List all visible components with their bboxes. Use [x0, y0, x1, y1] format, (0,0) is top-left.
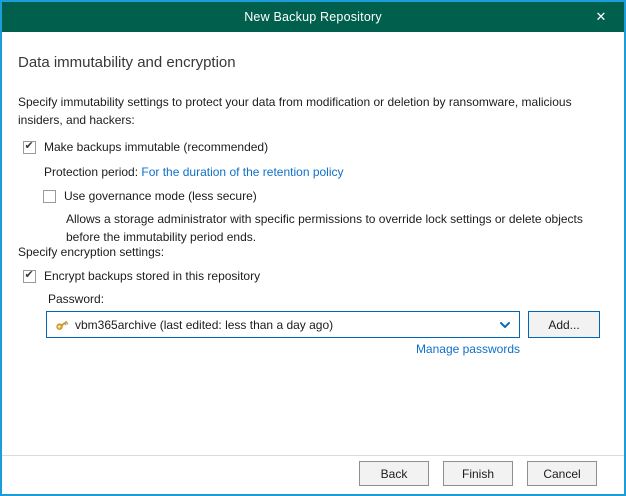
- window-title: New Backup Repository: [244, 10, 382, 24]
- close-icon[interactable]: ✕: [586, 2, 616, 32]
- manage-passwords-link[interactable]: Manage passwords: [416, 342, 520, 356]
- governance-mode-checkbox-row[interactable]: Use governance mode (less secure): [43, 189, 257, 203]
- make-immutable-checkbox[interactable]: [23, 141, 36, 154]
- encryption-intro-text: Specify encryption settings:: [18, 245, 164, 259]
- cancel-button[interactable]: Cancel: [527, 461, 597, 486]
- back-button[interactable]: Back: [359, 461, 429, 486]
- governance-description: Allows a storage administrator with spec…: [66, 210, 610, 246]
- titlebar[interactable]: New Backup Repository ✕: [2, 2, 624, 32]
- make-immutable-checkbox-row[interactable]: Make backups immutable (recommended): [23, 140, 268, 154]
- manage-passwords-line: Manage passwords: [46, 342, 520, 356]
- password-dropdown[interactable]: vbm365archive (last edited: less than a …: [46, 311, 520, 338]
- key-icon: [55, 318, 69, 332]
- page-title: Data immutability and encryption: [18, 54, 236, 71]
- governance-mode-label: Use governance mode (less secure): [64, 189, 257, 203]
- protection-period-line: Protection period: For the duration of t…: [44, 165, 344, 179]
- password-dropdown-value: vbm365archive (last edited: less than a …: [75, 318, 493, 332]
- encrypt-backups-checkbox[interactable]: [23, 270, 36, 283]
- governance-mode-checkbox[interactable]: [43, 190, 56, 203]
- password-label: Password:: [48, 292, 104, 306]
- add-password-button[interactable]: Add...: [528, 311, 600, 338]
- footer-separator: [2, 455, 624, 456]
- protection-period-label: Protection period:: [44, 165, 141, 179]
- finish-button[interactable]: Finish: [443, 461, 513, 486]
- protection-period-link[interactable]: For the duration of the retention policy: [141, 165, 343, 179]
- encrypt-backups-label: Encrypt backups stored in this repositor…: [44, 269, 260, 283]
- make-immutable-label: Make backups immutable (recommended): [44, 140, 268, 154]
- new-backup-repository-dialog: New Backup Repository ✕ Data immutabilit…: [0, 0, 626, 496]
- chevron-down-icon[interactable]: [499, 319, 511, 331]
- immutability-intro-text: Specify immutability settings to protect…: [18, 93, 612, 129]
- encrypt-backups-checkbox-row[interactable]: Encrypt backups stored in this repositor…: [23, 269, 260, 283]
